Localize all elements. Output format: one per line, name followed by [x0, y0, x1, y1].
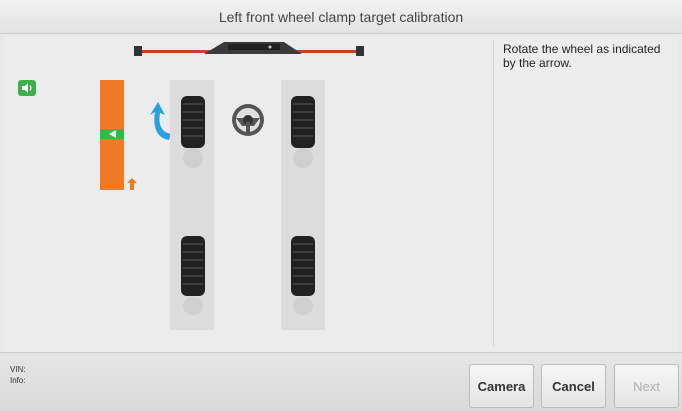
cancel-button[interactable]: Cancel: [541, 364, 606, 408]
calibration-stage: [4, 36, 490, 352]
next-button[interactable]: Next: [614, 364, 679, 408]
page-title: Left front wheel clamp target calibratio…: [218, 8, 464, 25]
speaker-button[interactable]: [18, 80, 36, 96]
vin-label: VIN:: [10, 365, 26, 374]
panel-divider: [493, 40, 494, 346]
speaker-icon: [22, 83, 32, 93]
title-bar: Left front wheel clamp target calibratio…: [0, 0, 682, 34]
target-crossbar-icon: [134, 42, 364, 56]
instruction-text: Rotate the wheel as indicated by the arr…: [503, 42, 661, 70]
info-label: Info:: [10, 376, 26, 385]
up-arrow-icon: [127, 178, 137, 190]
rear-left-wheel: [181, 236, 205, 315]
front-left-wheel: [181, 96, 205, 168]
rotation-gauge: [100, 80, 137, 190]
main-panel: Rotate the wheel as indicated by the arr…: [4, 36, 678, 352]
rear-right-wheel: [291, 236, 315, 315]
steering-wheel-icon: [232, 104, 264, 136]
camera-button[interactable]: Camera: [469, 364, 534, 408]
front-right-wheel: [291, 96, 315, 168]
